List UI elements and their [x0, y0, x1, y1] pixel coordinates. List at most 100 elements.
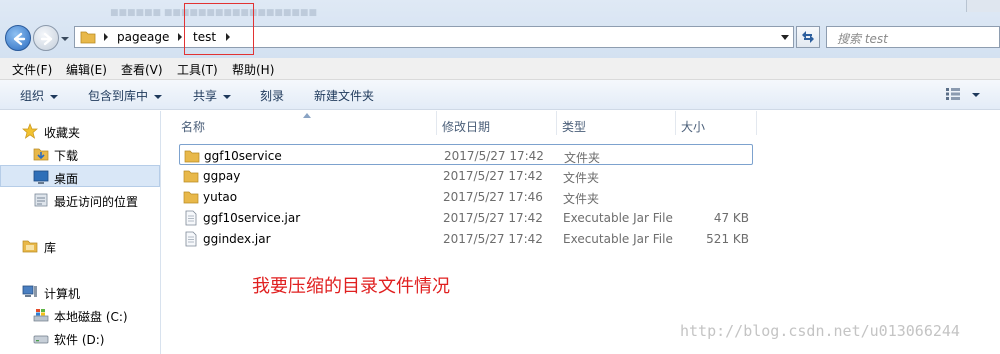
forward-button[interactable] [33, 25, 59, 51]
menu-help[interactable]: 帮助(H) [232, 61, 274, 78]
nav-favorites-label: 收藏夹 [44, 126, 81, 140]
file-name: yutao [203, 190, 238, 204]
breadcrumb-arrow-icon[interactable] [103, 33, 109, 41]
address-bar[interactable]: pageage test [74, 26, 794, 48]
menu-tools[interactable]: 工具(T) [177, 61, 218, 78]
include-in-library-button[interactable]: 包含到库中 [88, 87, 163, 104]
file-type: 文件夹 [563, 192, 600, 206]
blurred-window-title: ■■■■■■ ■■■■■■■■■■■■■■■■■■ [110, 8, 317, 18]
column-divider[interactable] [436, 111, 437, 135]
nav-software-d-label: 软件 (D:) [54, 333, 105, 347]
file-name: ggf10service [204, 149, 282, 163]
share-button[interactable]: 共享 [193, 87, 232, 104]
address-row: ■■■■■■ ■■■■■■■■■■■■■■■■■■ pageage test 搜… [0, 0, 1000, 58]
nav-recent-places-label: 最近访问的位置 [54, 195, 139, 209]
file-modified: 2017/5/27 17:42 [443, 169, 543, 183]
file-modified: 2017/5/27 17:46 [443, 190, 543, 204]
menu-edit[interactable]: 编辑(E) [66, 61, 107, 78]
burn-button[interactable]: 刻录 [260, 87, 284, 104]
arrow-right-icon [40, 32, 53, 46]
drive-icon [33, 335, 49, 344]
command-bar: 组织 包含到库中 共享 刻录 新建文件夹 [0, 80, 1000, 110]
computer-icon [22, 285, 37, 297]
refresh-icon [802, 31, 814, 43]
file-modified: 2017/5/27 17:42 [443, 211, 543, 225]
file-name: ggindex.jar [203, 232, 271, 246]
nav-desktop-label: 桌面 [54, 172, 79, 186]
file-row[interactable]: ggf10service 2017/5/27 17:42 文件夹 [179, 144, 753, 165]
file-row[interactable]: ggindex.jar 2017/5/27 17:42 Executable J… [179, 228, 753, 249]
annotation-highlight-box [184, 3, 254, 55]
menu-bar: 文件(F) 编辑(E) 查看(V) 工具(T) 帮助(H) [0, 58, 1000, 80]
search-input[interactable]: 搜索 test [826, 26, 1000, 48]
nav-desktop[interactable]: 桌面 [0, 165, 160, 187]
folder-icon [80, 31, 96, 44]
file-size: 521 KB [706, 232, 749, 246]
breadcrumb-arrow-icon[interactable] [177, 33, 183, 41]
column-size[interactable]: 大小 [681, 118, 705, 135]
nav-downloads-label: 下载 [54, 149, 79, 163]
chevron-down-icon [154, 94, 163, 99]
folder-icon [183, 191, 199, 204]
desktop-icon [33, 170, 49, 184]
nav-recent-places[interactable]: 最近访问的位置 [0, 189, 160, 211]
file-row[interactable]: ggf10service.jar 2017/5/27 17:42 Executa… [179, 207, 753, 228]
system-drive-icon [33, 309, 49, 322]
breadcrumb-pageage[interactable]: pageage [117, 30, 169, 44]
share-label: 共享 [193, 89, 218, 103]
new-folder-button[interactable]: 新建文件夹 [314, 87, 374, 104]
include-in-library-label: 包含到库中 [88, 89, 149, 103]
file-name: ggf10service.jar [203, 211, 301, 225]
file-row[interactable]: ggpay 2017/5/27 17:42 文件夹 [179, 165, 753, 186]
organize-button[interactable]: 组织 [20, 87, 59, 104]
column-divider[interactable] [756, 111, 757, 135]
column-header-row: 名称 修改日期 类型 大小 [161, 111, 1000, 135]
file-row[interactable]: yutao 2017/5/27 17:46 文件夹 [179, 186, 753, 207]
nav-local-disk-c-label: 本地磁盘 (C:) [54, 310, 128, 324]
column-name[interactable]: 名称 [181, 118, 205, 135]
navigation-pane: 收藏夹 下载 桌面 最近访问的位置 库 计算机 本地磁盘 (C:) 软件 (D:… [0, 111, 161, 354]
library-icon [22, 240, 38, 253]
recent-pages-dropdown-icon[interactable] [60, 35, 70, 43]
column-type[interactable]: 类型 [562, 118, 586, 135]
nav-downloads[interactable]: 下载 [0, 143, 160, 165]
annotation-text: 我要压缩的目录文件情况 [252, 276, 450, 297]
arrow-left-icon [13, 32, 26, 46]
nav-software-d[interactable]: 软件 (D:) [0, 327, 160, 349]
jar-file-icon [185, 210, 197, 226]
organize-label: 组织 [20, 89, 45, 103]
watermark: http://blog.csdn.net/u013066244 [680, 322, 960, 340]
menu-file[interactable]: 文件(F) [12, 61, 52, 78]
nav-computer[interactable]: 计算机 [0, 281, 160, 303]
file-name: ggpay [203, 169, 241, 183]
file-list: 名称 修改日期 类型 大小 ggf10service 2017/5/27 17:… [161, 111, 1000, 354]
file-size: 47 KB [713, 211, 749, 225]
column-divider[interactable] [556, 111, 557, 135]
view-options-dropdown-icon[interactable] [972, 93, 980, 97]
menu-view[interactable]: 查看(V) [121, 61, 163, 78]
nav-libraries[interactable]: 库 [0, 235, 160, 257]
address-dropdown-icon[interactable] [781, 35, 789, 41]
chevron-down-icon [50, 94, 59, 99]
change-view-icon[interactable] [946, 88, 960, 100]
back-button[interactable] [5, 25, 31, 51]
nav-libraries-label: 库 [44, 241, 57, 255]
refresh-button[interactable] [796, 26, 820, 48]
recent-places-icon [34, 193, 48, 207]
nav-computer-label: 计算机 [44, 287, 81, 301]
chevron-down-icon [223, 94, 232, 99]
nav-favorites[interactable]: 收藏夹 [0, 120, 160, 142]
column-modified[interactable]: 修改日期 [442, 118, 490, 135]
file-modified: 2017/5/27 17:42 [443, 232, 543, 246]
file-modified: 2017/5/27 17:42 [444, 149, 544, 163]
nav-local-disk-c[interactable]: 本地磁盘 (C:) [0, 304, 160, 326]
star-icon [22, 123, 38, 139]
window-corner [966, 0, 1000, 12]
jar-file-icon [185, 231, 197, 247]
folder-icon [184, 150, 200, 163]
column-divider[interactable] [675, 111, 676, 135]
file-type: Executable Jar File [563, 232, 673, 246]
file-type: Executable Jar File [563, 211, 673, 225]
file-type: 文件夹 [564, 151, 601, 165]
search-placeholder: 搜索 test [837, 32, 888, 46]
